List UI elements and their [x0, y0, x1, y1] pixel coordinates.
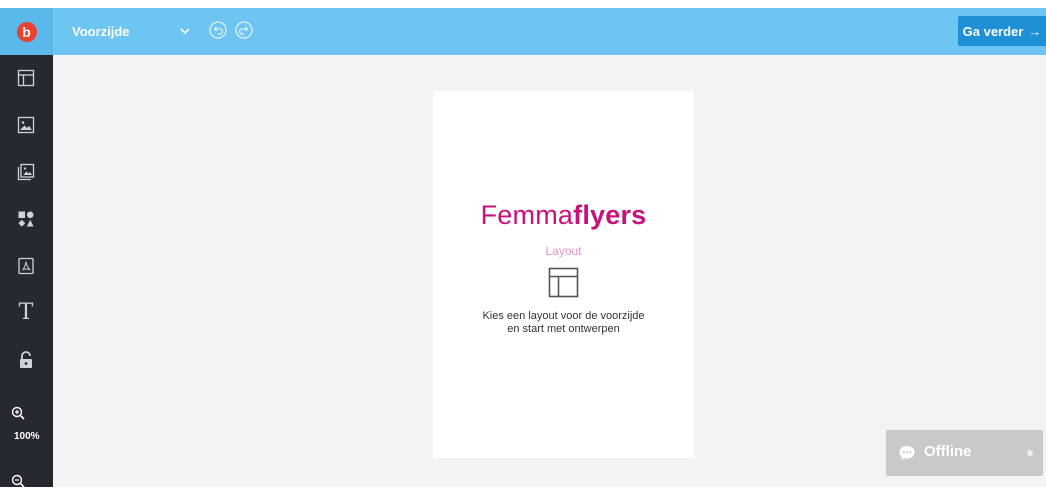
pdf-tool-button[interactable]	[15, 255, 37, 277]
tool-sidebar: T 100%	[0, 55, 53, 488]
layout-caption: Layout	[545, 244, 582, 258]
chat-widget[interactable]: Offline	[886, 430, 1043, 476]
shapes-tool-button[interactable]	[15, 208, 37, 230]
chat-bubble-icon	[899, 446, 915, 460]
continue-button-label: Ga verder	[962, 23, 1024, 39]
brand-logo-bold: flyers	[573, 200, 647, 230]
page-selector-label: Voorzijde	[72, 24, 130, 39]
zoom-out-icon[interactable]	[11, 474, 25, 488]
layout-instruction: Kies een layout voor de voorzijde en sta…	[453, 310, 674, 336]
status-dot-icon	[1027, 450, 1033, 456]
image-icon	[17, 116, 35, 134]
gallery-tool-button[interactable]	[15, 161, 37, 183]
layout-icon	[17, 69, 35, 87]
chat-status-label: Offline	[924, 443, 972, 460]
top-toolbar: b Voorzijde Ga verder →	[0, 8, 1046, 55]
pdf-icon	[18, 257, 34, 275]
text-icon: T	[18, 299, 34, 325]
logo-badge: b	[16, 21, 37, 42]
lock-icon	[20, 351, 32, 368]
image-tool-button[interactable]	[15, 114, 37, 136]
app-logo[interactable]: b	[0, 8, 53, 55]
chevron-down-icon[interactable]	[178, 24, 192, 38]
redo-icon[interactable]	[235, 21, 253, 39]
brand-logo: Femmaflyers	[433, 200, 694, 231]
flyer-page-front[interactable]: Femmaflyers Layout Kies een layout voor …	[433, 91, 694, 458]
instruction-line-1: Kies een layout voor de voorzijde	[482, 310, 645, 322]
page-selector[interactable]: Voorzijde	[72, 8, 130, 55]
lock-tool-button[interactable]	[15, 349, 37, 371]
instruction-line-2: en start met ontwerpen	[507, 323, 620, 335]
continue-button[interactable]: Ga verder →	[958, 16, 1046, 46]
zoom-in-icon[interactable]	[11, 406, 25, 420]
layout-tool-button[interactable]	[15, 67, 37, 89]
zoom-level: 100%	[14, 431, 40, 442]
choose-layout-icon[interactable]	[548, 267, 579, 298]
brand-logo-light: Femma	[480, 200, 574, 230]
text-tool-button[interactable]: T	[15, 299, 37, 325]
gallery-icon	[17, 163, 35, 181]
arrow-right-icon: →	[1028, 23, 1042, 39]
undo-icon[interactable]	[209, 21, 227, 39]
shapes-icon	[18, 211, 34, 227]
